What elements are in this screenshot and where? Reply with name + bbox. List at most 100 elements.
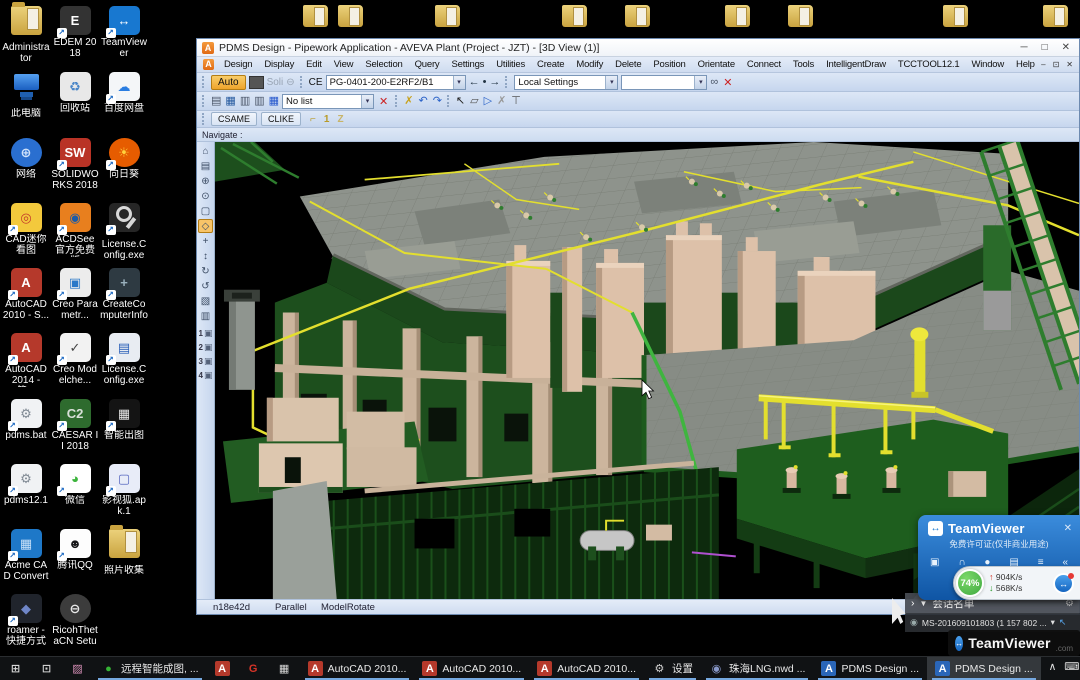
menu-item[interactable]: Connect bbox=[741, 59, 787, 70]
search-combobox[interactable]: ▾ bbox=[621, 75, 707, 90]
toolbar-icon[interactable]: ▱ bbox=[470, 94, 478, 108]
folder-icon[interactable] bbox=[435, 5, 460, 27]
mdi-minimize-button[interactable]: – bbox=[1041, 60, 1045, 69]
desktop-icon[interactable]: ⊖ RicohThetaCN Setup.exe bbox=[51, 594, 99, 648]
toolbar-grip[interactable] bbox=[202, 95, 206, 108]
close-toolbar-icon[interactable]: ✕ bbox=[721, 76, 734, 89]
folder-icon[interactable] bbox=[338, 5, 363, 27]
toolbar-icon[interactable]: ↶ bbox=[418, 94, 427, 108]
desktop-icon[interactable]: ↔ TeamViewer bbox=[100, 6, 148, 59]
desktop-icon[interactable]: ♻ 回收站 bbox=[51, 72, 99, 114]
desktop-icon[interactable]: ◕ 微信 bbox=[51, 464, 99, 506]
caret-down-icon[interactable]: ▾ bbox=[1051, 617, 1055, 628]
tray-icon[interactable]: ∧ bbox=[1049, 661, 1057, 676]
toolbar-icon[interactable]: ▦ bbox=[225, 94, 235, 108]
desktop-icon[interactable]: ☻ 腾讯QQ bbox=[51, 529, 99, 571]
folder-icon[interactable] bbox=[562, 5, 587, 27]
toolbar-icon[interactable]: ↷ bbox=[433, 94, 442, 108]
menu-item[interactable]: Query bbox=[409, 59, 446, 70]
desktop-icon[interactable]: ◆ roamer - 快捷方式 bbox=[2, 594, 50, 647]
desktop-icon[interactable]: License.Config.exe bbox=[100, 203, 148, 261]
pml-button[interactable]: CLIKE bbox=[261, 112, 301, 126]
desktop-icon[interactable]: ⚙ pdms.bat bbox=[2, 399, 50, 441]
chevron-down-icon[interactable]: ▾ bbox=[694, 76, 706, 89]
settings-scope-combobox[interactable]: Local Settings▾ bbox=[514, 75, 618, 90]
toolbar-grip[interactable] bbox=[300, 76, 304, 89]
desktop-icon[interactable]: + CreateComputerInform... bbox=[100, 268, 148, 322]
folder-icon[interactable] bbox=[303, 5, 328, 27]
desktop-icon[interactable]: ☀ 向日葵 bbox=[100, 138, 148, 180]
desktop-icon[interactable]: A AutoCAD 2010 - S... bbox=[2, 268, 50, 321]
maximize-button[interactable]: □ bbox=[1042, 42, 1048, 53]
toolbar-icon[interactable]: ✗ bbox=[497, 94, 506, 108]
ce-element-combobox[interactable]: PG-0401-200-E2RF2/B1▾ bbox=[326, 75, 466, 90]
desktop-icon[interactable]: A AutoCAD 2014 - 简... bbox=[2, 333, 50, 387]
folder-icon[interactable] bbox=[625, 5, 650, 27]
view-tool-icon[interactable]: ▥ bbox=[198, 309, 213, 323]
toolbar-grip[interactable] bbox=[447, 95, 451, 108]
toolbar-icon[interactable]: ⊤ bbox=[511, 94, 521, 108]
desktop-icon[interactable]: ▦ 智能出图 bbox=[100, 399, 148, 441]
taskbar-button[interactable]: A AutoCAD 2010... bbox=[529, 657, 644, 680]
view-tool-icon[interactable]: ↺ bbox=[198, 279, 213, 293]
taskbar-button[interactable]: ⚙ 设置 bbox=[644, 657, 701, 680]
folder-icon[interactable] bbox=[725, 5, 750, 27]
view-tool-icon[interactable]: ▧ bbox=[198, 294, 213, 308]
close-button[interactable]: ✕ bbox=[1062, 42, 1070, 53]
close-icon[interactable]: ✕ bbox=[1064, 523, 1072, 534]
mdi-close-button[interactable]: ✕ bbox=[1066, 60, 1073, 69]
taskbar-button[interactable]: A PDMS Design ... bbox=[927, 657, 1041, 680]
desktop-icon[interactable]: C2 CAESAR II 2018 bbox=[51, 399, 99, 452]
desktop-icon[interactable]: ▤ License.Config.exe bbox=[100, 333, 148, 386]
desktop-icon[interactable]: E EDEM 2018 bbox=[51, 6, 99, 59]
nav-back-button[interactable]: ← bbox=[469, 76, 480, 88]
desktop-icon[interactable]: ▢ 影视狐.apk.1 bbox=[100, 464, 148, 517]
view-tool-icon[interactable]: ↻ bbox=[198, 264, 213, 278]
mdi-restore-button[interactable]: ⊡ bbox=[1053, 60, 1060, 69]
title-bar[interactable]: A PDMS Design - Pipework Application - A… bbox=[197, 39, 1079, 57]
desktop-icon[interactable]: 此电脑 bbox=[2, 72, 50, 119]
view-tool-icon[interactable]: ▢ bbox=[198, 204, 213, 218]
saved-view-button[interactable]: 2▣ bbox=[198, 341, 214, 354]
taskbar-button[interactable]: ▨ bbox=[62, 657, 93, 680]
taskbar-button[interactable]: A bbox=[207, 657, 238, 680]
toolbar-icon[interactable]: ▷ bbox=[484, 94, 492, 108]
desktop-icon[interactable]: ▦ Acme CAD Converter bbox=[2, 529, 50, 583]
menu-item[interactable]: TCCTOOL12.1 bbox=[892, 59, 966, 70]
toolbar-icon[interactable]: ▦ bbox=[269, 94, 279, 108]
view-tool-icon[interactable]: ⊕ bbox=[198, 174, 213, 188]
menu-item[interactable]: Settings bbox=[445, 59, 490, 70]
toolbar-icon[interactable]: ▥ bbox=[240, 94, 250, 108]
binoculars-icon[interactable]: ∞ bbox=[710, 75, 718, 89]
teamviewer-quick-badge[interactable]: ↔ bbox=[1053, 573, 1074, 594]
view-tool-icon[interactable]: ◇ bbox=[198, 219, 213, 233]
saved-view-button[interactable]: 3▣ bbox=[198, 355, 214, 368]
taskbar-button[interactable]: ▦ bbox=[269, 657, 300, 680]
menu-item[interactable]: IntelligentDraw bbox=[820, 59, 892, 70]
view-tool-icon[interactable]: + bbox=[198, 234, 213, 248]
menu-item[interactable]: Design bbox=[218, 59, 258, 70]
desktop-icon[interactable]: 照片收集 bbox=[100, 529, 148, 576]
toolbar-icon[interactable]: ↖ bbox=[456, 94, 465, 108]
desktop-icon[interactable]: ◎ CAD迷你看图 bbox=[2, 203, 50, 256]
taskbar-button[interactable]: ⊞ bbox=[0, 657, 31, 680]
taskbar-button[interactable]: A AutoCAD 2010... bbox=[414, 657, 529, 680]
expand-chevron-icon[interactable]: › bbox=[911, 597, 915, 609]
toolbar-grip[interactable] bbox=[395, 95, 399, 108]
desktop-icon[interactable]: Administrator bbox=[2, 6, 50, 64]
toolbar-icon[interactable]: ▤ bbox=[211, 94, 221, 108]
chevron-down-icon[interactable]: ▾ bbox=[361, 95, 373, 108]
menu-item[interactable]: Selection bbox=[359, 59, 408, 70]
taskbar-button[interactable]: G bbox=[238, 657, 269, 680]
menu-item[interactable]: View bbox=[328, 59, 360, 70]
taskbar-button[interactable]: ⊡ bbox=[31, 657, 62, 680]
pml-glyph-button[interactable]: Z bbox=[335, 114, 345, 125]
menu-item[interactable]: Display bbox=[258, 59, 300, 70]
minimize-button[interactable]: ─ bbox=[1020, 42, 1027, 53]
transfer-speed-overlay[interactable]: 74% ↑ 904K/s ↓ 568K/s ↔ bbox=[953, 566, 1080, 600]
taskbar-button[interactable]: A PDMS Design ... bbox=[813, 657, 927, 680]
teamviewer-tool-icon[interactable]: ▣ bbox=[930, 557, 939, 568]
menu-item[interactable]: Position bbox=[647, 59, 691, 70]
pml-glyph-button[interactable]: 1 bbox=[322, 114, 332, 125]
chevron-down-icon[interactable]: ▾ bbox=[605, 76, 617, 89]
